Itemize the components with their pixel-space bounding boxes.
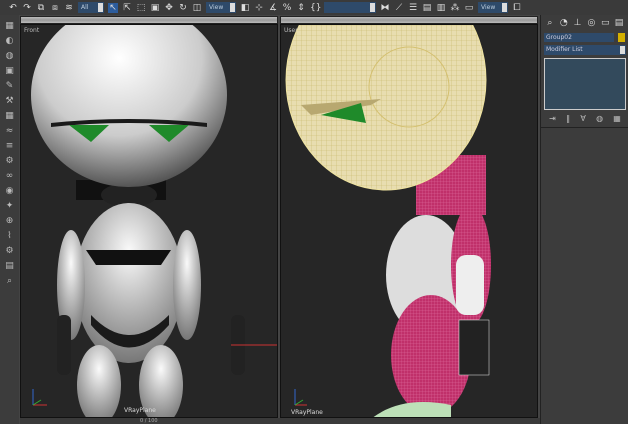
configure-modifier-sets-icon[interactable]: ▦ xyxy=(613,114,621,123)
move-icon[interactable]: ✥ xyxy=(164,3,174,13)
container-icon[interactable]: ▦ xyxy=(4,21,15,32)
viewport-user[interactable]: User VRayPlane xyxy=(280,24,538,418)
system-icon[interactable]: ⚙ xyxy=(4,246,15,257)
brush-icon[interactable]: ✎ xyxy=(4,81,15,92)
axis-gizmo-icon xyxy=(294,389,307,406)
viewport-label[interactable]: Front xyxy=(24,27,39,34)
reference-coord-dropdown[interactable]: View xyxy=(206,2,236,13)
create-icon[interactable]: ⌕ xyxy=(545,18,555,28)
select-by-name-icon[interactable]: ⇱ xyxy=(122,3,132,13)
chevron-down-icon xyxy=(98,3,103,12)
angle-snap-icon[interactable]: ∡ xyxy=(268,3,278,13)
modifier-list-label: Modifier List xyxy=(546,46,583,53)
modifier-stack[interactable] xyxy=(544,58,626,110)
motion-icon[interactable]: ◎ xyxy=(586,18,596,28)
render-icon[interactable]: ⧠ xyxy=(512,3,522,13)
vray-plane-label: VRayPlane xyxy=(124,407,156,414)
chevron-down-icon xyxy=(620,46,625,54)
grid-icon[interactable]: ▦ xyxy=(4,111,15,122)
display-icon[interactable]: ▭ xyxy=(600,18,610,28)
redo-icon[interactable]: ↷ xyxy=(22,3,32,13)
light-icon[interactable]: ✦ xyxy=(4,201,15,212)
tool-icon[interactable]: ⚒ xyxy=(4,96,15,107)
remove-modifier-icon[interactable]: ◍ xyxy=(596,114,603,123)
time-slider-track[interactable] xyxy=(280,16,538,24)
schematic-view-icon[interactable]: ▥ xyxy=(436,3,446,13)
link-icon[interactable]: ∞ xyxy=(4,171,15,182)
chevron-down-icon xyxy=(502,3,507,12)
frame-counter: 0 / 100 xyxy=(140,418,158,424)
robot-shaded-model xyxy=(31,25,277,417)
wave-icon[interactable]: ≈ xyxy=(4,126,15,137)
time-slider[interactable] xyxy=(20,16,278,24)
curve-editor-icon[interactable]: ▤ xyxy=(422,3,432,13)
viewport-front[interactable]: Front VRayPlane xyxy=(20,24,278,418)
chevron-down-icon xyxy=(370,3,375,12)
robot-wireframe-model xyxy=(285,25,491,417)
unlink-icon[interactable]: ⧈ xyxy=(50,3,60,13)
rotate-icon[interactable]: ↻ xyxy=(178,3,188,13)
shape-icon[interactable]: ◍ xyxy=(4,51,15,62)
helper-icon[interactable]: ⊕ xyxy=(4,216,15,227)
align-icon[interactable]: ⟋ xyxy=(394,3,404,13)
object-name-field[interactable]: Group02 xyxy=(544,33,614,42)
pivot-icon[interactable]: ◧ xyxy=(240,3,250,13)
modify-icon[interactable]: ◔ xyxy=(559,18,569,28)
graphite-icon[interactable]: ◐ xyxy=(4,36,15,47)
main-toolbar: ↶ ↷ ⧉ ⧈ ≋ All ↖ ⇱ ⬚ ▣ ✥ ↻ ◫ View ◧ ⊹ ∡ %… xyxy=(0,0,628,15)
camera-icon[interactable]: ◉ xyxy=(4,186,15,197)
named-selection-field[interactable] xyxy=(324,2,376,13)
view-dropdown[interactable]: View xyxy=(478,2,508,13)
select-icon[interactable]: ↖ xyxy=(108,2,118,13)
snap-toggle-icon[interactable]: ⊹ xyxy=(254,3,264,13)
edit-named-selection-icon[interactable]: {} xyxy=(310,3,321,13)
command-panel: ⌕ ◔ ⊥ ◎ ▭ ▤ Group02 Modifier List ⇥ ‖ ∀ … xyxy=(540,15,628,424)
command-panel-tabs: ⌕ ◔ ⊥ ◎ ▭ ▤ xyxy=(541,15,628,29)
divider xyxy=(541,127,628,128)
layer-manager-icon[interactable]: ☰ xyxy=(408,3,418,13)
render-icon[interactable]: ▤ xyxy=(4,261,15,272)
chevron-down-icon xyxy=(230,3,235,12)
utilities-icon[interactable]: ▤ xyxy=(614,18,624,28)
selection-filter-value: All xyxy=(81,4,89,11)
window-crossing-icon[interactable]: ▣ xyxy=(150,3,160,13)
mirror-tool-icon[interactable]: ⧓ xyxy=(380,3,390,13)
vray-plane-label: VRayPlane xyxy=(291,409,323,416)
make-unique-icon[interactable]: ∀ xyxy=(580,114,585,123)
zoom-icon[interactable]: ⌕ xyxy=(4,276,15,287)
settings-icon[interactable]: ⚙ xyxy=(4,156,15,167)
pin-stack-icon[interactable]: ⇥ xyxy=(549,114,556,123)
viewport-label[interactable]: User xyxy=(284,27,298,34)
space-warp-icon[interactable]: ⌇ xyxy=(4,231,15,242)
status-bar: 0 / 100 xyxy=(20,418,540,424)
material-editor-icon[interactable]: ⁂ xyxy=(450,3,460,13)
left-toolbar: ▦ ◐ ◍ ▣ ✎ ⚒ ▦ ≈ ≡ ⚙ ∞ ◉ ✦ ⊕ ⌇ ⚙ ▤ ⌕ xyxy=(0,15,19,424)
stack-buttons: ⇥ ‖ ∀ ◍ ▦ xyxy=(544,114,626,123)
reference-coord-value: View xyxy=(209,4,224,11)
layers-icon[interactable]: ≡ xyxy=(4,141,15,152)
show-end-result-icon[interactable]: ‖ xyxy=(566,114,570,123)
modifier-list-dropdown[interactable]: Modifier List xyxy=(544,45,626,55)
bind-space-warp-icon[interactable]: ≋ xyxy=(64,3,74,13)
object-color-swatch[interactable] xyxy=(618,33,625,42)
cube-icon[interactable]: ▣ xyxy=(4,66,15,77)
render-setup-icon[interactable]: ▭ xyxy=(464,3,474,13)
selection-filter-dropdown[interactable]: All xyxy=(78,2,104,13)
link-icon[interactable]: ⧉ xyxy=(36,3,46,13)
undo-icon[interactable]: ↶ xyxy=(8,3,18,13)
axis-gizmo-icon xyxy=(32,389,47,406)
scale-icon[interactable]: ◫ xyxy=(192,3,202,13)
spinner-snap-icon[interactable]: ⇕ xyxy=(296,3,306,13)
percent-snap-icon[interactable]: % xyxy=(282,3,292,13)
hierarchy-icon[interactable]: ⊥ xyxy=(573,18,583,28)
rect-selection-icon[interactable]: ⬚ xyxy=(136,3,146,13)
view-value: View xyxy=(481,4,496,11)
